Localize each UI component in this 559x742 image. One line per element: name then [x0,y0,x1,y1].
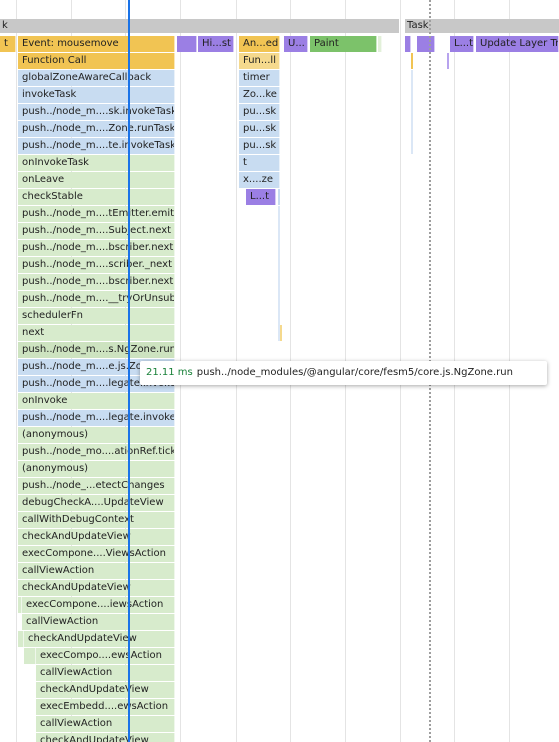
stack-frame[interactable]: callViewAction [22,614,175,630]
timeline-cursor[interactable] [128,0,130,742]
stack-frame-sliver[interactable] [411,70,413,154]
stack-frame[interactable]: push../node_m....scriber._next [18,257,175,273]
event-layout[interactable]: L...t [246,189,276,205]
stack-frame[interactable]: Zo...ke [239,87,280,103]
stack-frame[interactable]: push../node_m....legate.invoke [18,410,175,426]
stack-frame[interactable]: push../node_m....sk.invokeTask [18,104,175,120]
task-label: k [2,20,8,31]
stack-frame[interactable]: globalZoneAwareCallback [18,70,175,86]
event-tooltip: 21.11 ms push../node_modules/@angular/cor… [140,361,547,385]
stack-frame[interactable]: pu...sk [239,104,280,120]
grid-line [16,0,17,742]
event-bar[interactable] [417,36,435,52]
stack-frame[interactable]: invokeTask [18,87,175,103]
stack-frame[interactable]: checkAndUpdateView [36,733,175,742]
stack-frame[interactable]: checkAndUpdateView [18,529,175,545]
stack-frame[interactable]: checkAndUpdateView [36,682,175,698]
stack-frame[interactable]: checkStable [18,189,175,205]
stack-frame[interactable]: push../node_m....bscriber.next [18,240,175,256]
stack-frame[interactable]: execCompone....iewsAction [22,597,175,613]
stack-frame[interactable]: execCompone....ViewsAction [18,546,175,562]
stack-frame[interactable]: push../node_mo....ationRef.tick [18,444,175,460]
stack-frame[interactable]: onInvoke [18,393,175,409]
stack-frame-sliver[interactable] [411,53,413,69]
stack-frame[interactable]: (anonymous) [18,461,175,477]
stack-frame[interactable]: execEmbedd....ewsAction [36,699,175,715]
stack-frame-sliver[interactable] [278,206,280,341]
stack-frame[interactable]: callViewAction [36,665,175,681]
stack-frame[interactable]: x....ze [239,172,280,188]
stack-frame[interactable]: (anonymous) [18,427,175,443]
task-label: Task [407,20,429,31]
stack-frame-ngzone-run[interactable]: push../node_m....s.NgZone.run [18,342,175,358]
event-animation-frame[interactable]: An...ed [239,36,280,52]
event-update[interactable]: U... [284,36,308,52]
stack-frame[interactable]: execCompo....ewsAction [36,648,175,664]
stack-frame[interactable]: push../node_m....__tryOrUnsub [18,291,175,307]
event-hit-test[interactable]: Hi...st [198,36,234,52]
stack-frame[interactable]: callViewAction [36,716,175,732]
stack-frame-stub[interactable] [18,631,24,647]
event-layout[interactable]: L...t [450,36,474,52]
stack-frame[interactable]: onInvokeTask [18,155,175,171]
stack-frame[interactable]: checkAndUpdateView [24,631,175,647]
event-bar[interactable] [378,36,382,52]
flame-chart[interactable]: k Task t Event: mousemove Hi...st An...e… [0,0,559,742]
stack-frame[interactable]: push../node_m....te.invokeTask [18,138,175,154]
stack-frame[interactable]: pu...sk [239,138,280,154]
stack-frame-sliver[interactable] [278,189,280,205]
function-call[interactable]: Function Call [18,53,175,69]
task-bar[interactable]: k [0,19,399,33]
stack-frame[interactable]: push../node_m....tEmitter.emit [18,206,175,222]
stack-frame-sliver[interactable] [447,53,449,69]
event-bar[interactable] [405,36,411,52]
stack-frame[interactable]: debugCheckA....UpdateView [18,495,175,511]
stack-frame[interactable]: next [18,325,175,341]
stack-frame[interactable]: callWithDebugContext [18,512,175,528]
stack-frame[interactable]: push../node_m....Subject.next [18,223,175,239]
event-paint[interactable]: Paint [310,36,377,52]
stack-frame[interactable]: push../node_m....bscriber.next [18,274,175,290]
stack-frame[interactable]: callViewAction [18,563,175,579]
stack-frame[interactable]: checkAndUpdateView [18,580,175,596]
stack-frame-sliver[interactable] [280,325,282,341]
event-update-layer-tree[interactable]: Update Layer Tre [476,36,559,52]
stack-frame[interactable]: push../node_...etectChanges [18,478,175,494]
event-bar[interactable]: t [0,36,16,52]
event-bar[interactable] [177,36,197,52]
event-mousemove[interactable]: Event: mousemove [18,36,175,52]
stack-frame-timer[interactable]: timer [239,70,280,86]
stack-frame[interactable]: schedulerFn [18,308,175,324]
tooltip-duration: 21.11 ms [146,367,193,378]
stack-frame-stub[interactable] [18,597,22,613]
tooltip-name: push../node_modules/@angular/core/fesm5/… [196,367,513,378]
stack-frame[interactable]: t [239,155,280,171]
function-call[interactable]: Fun...ll [239,53,280,69]
stack-frame[interactable]: pu...sk [239,121,280,137]
stack-frame[interactable]: push../node_m....Zone.runTask [18,121,175,137]
stack-frame[interactable]: onLeave [18,172,175,188]
stack-frame-stub[interactable] [24,648,36,664]
